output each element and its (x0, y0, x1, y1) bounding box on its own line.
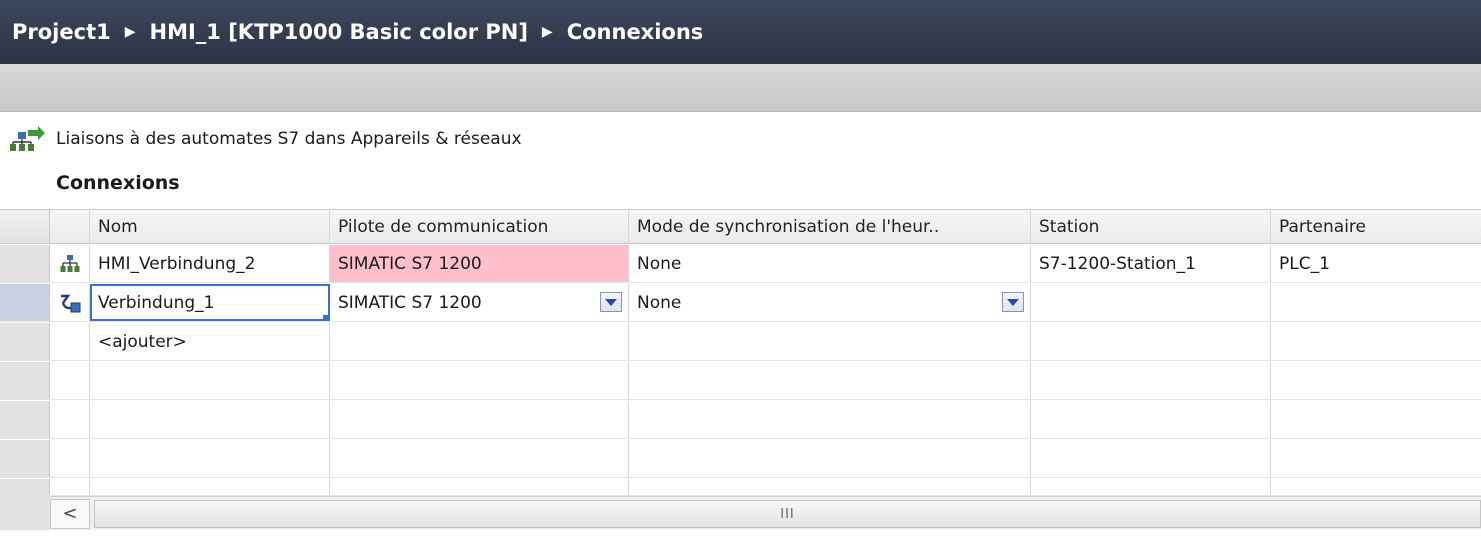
toolbar (0, 64, 1481, 112)
empty-cell (629, 323, 1031, 360)
driver-cell[interactable]: SIMATIC S7 1200 (330, 245, 629, 282)
row-icon-cell (50, 323, 90, 360)
empty-cell (50, 479, 90, 495)
row-header[interactable] (0, 284, 50, 321)
table-row[interactable]: HMI_Verbindung_2 SIMATIC S7 1200 None S7… (0, 245, 1481, 283)
name-cell[interactable]: HMI_Verbindung_2 (90, 245, 330, 282)
row-header[interactable] (0, 323, 50, 360)
empty-cell (1271, 479, 1481, 495)
time-sync-select-value: None (637, 292, 682, 313)
chevron-down-icon[interactable] (600, 292, 622, 312)
empty-cell (330, 401, 629, 438)
table-header: Nom Pilote de communication Mode de sync… (0, 209, 1481, 244)
column-header-station[interactable]: Station (1031, 210, 1271, 243)
empty-cell (90, 440, 330, 477)
empty-cell (90, 479, 330, 495)
add-connection-cell[interactable]: <ajouter> (90, 323, 330, 360)
row-header-corner (0, 210, 50, 243)
column-header-driver[interactable]: Pilote de communication (330, 210, 629, 243)
empty-cell (1271, 440, 1481, 477)
empty-cell (50, 440, 90, 477)
empty-cell (1271, 401, 1481, 438)
empty-cell (1271, 323, 1481, 360)
section-title: Connexions (56, 172, 180, 194)
row-header (0, 362, 50, 399)
empty-cell (629, 362, 1031, 399)
empty-cell (1271, 362, 1481, 399)
empty-cell (1031, 362, 1271, 399)
empty-cell (1031, 479, 1271, 495)
name-cell[interactable]: Verbindung_1 (90, 284, 330, 321)
empty-cell (50, 401, 90, 438)
breadcrumb-device[interactable]: HMI_1 [KTP1000 Basic color PN] (150, 20, 528, 44)
table-row[interactable]: Verbindung_1 SIMATIC S7 1200 None (0, 284, 1481, 322)
driver-select[interactable]: SIMATIC S7 1200 (330, 284, 629, 321)
row-icon-cell (50, 245, 90, 282)
partner-cell[interactable] (1271, 284, 1481, 321)
row-header-filler (0, 496, 50, 530)
empty-cell (90, 401, 330, 438)
empty-row (0, 479, 1481, 496)
time-sync-cell[interactable]: None (629, 245, 1031, 282)
row-header (0, 401, 50, 438)
breadcrumb-separator-icon: ▶ (541, 24, 553, 40)
row-header (0, 479, 50, 495)
new-connection-icon (60, 294, 80, 312)
horizontal-scrollbar[interactable]: < III (50, 496, 1481, 530)
empty-cell (629, 401, 1031, 438)
scroll-left-icon[interactable]: < (50, 498, 90, 529)
station-cell[interactable]: S7-1200-Station_1 (1031, 245, 1271, 282)
empty-row (0, 362, 1481, 400)
network-link-icon (10, 126, 45, 151)
scrollbar-grip-icon: III (780, 506, 795, 522)
network-connection-icon (60, 254, 79, 272)
add-row[interactable]: <ajouter> (0, 323, 1481, 361)
chevron-down-icon[interactable] (1002, 292, 1024, 312)
connections-table: Nom Pilote de communication Mode de sync… (0, 209, 1481, 531)
breadcrumb: Project1 ▶ HMI_1 [KTP1000 Basic color PN… (0, 0, 1481, 64)
empty-cell (330, 323, 629, 360)
partner-cell[interactable]: PLC_1 (1271, 245, 1481, 282)
devices-networks-link[interactable]: Liaisons à des automates S7 dans Apparei… (8, 124, 522, 154)
station-cell[interactable] (1031, 284, 1271, 321)
fill-handle[interactable] (323, 315, 329, 321)
empty-cell (1031, 323, 1271, 360)
empty-cell (1031, 401, 1271, 438)
scrollbar-thumb[interactable]: III (94, 500, 1481, 528)
devices-networks-link-text[interactable]: Liaisons à des automates S7 dans Apparei… (56, 129, 522, 149)
empty-cell (330, 440, 629, 477)
empty-cell (629, 479, 1031, 495)
row-icon-cell (50, 284, 90, 321)
breadcrumb-project[interactable]: Project1 (12, 20, 111, 44)
empty-cell (1031, 440, 1271, 477)
empty-cell (330, 362, 629, 399)
empty-cell (629, 440, 1031, 477)
time-sync-select[interactable]: None (629, 284, 1031, 321)
column-header-time-sync[interactable]: Mode de synchronisation de l'heur.. (629, 210, 1031, 243)
empty-row (0, 401, 1481, 439)
column-header-name[interactable]: Nom (90, 210, 330, 243)
row-header[interactable] (0, 245, 50, 282)
empty-cell (90, 362, 330, 399)
driver-select-value: SIMATIC S7 1200 (338, 292, 482, 313)
empty-row (0, 440, 1481, 478)
breadcrumb-page: Connexions (566, 20, 704, 44)
column-header-partner[interactable]: Partenaire (1271, 210, 1481, 243)
name-cell-text: Verbindung_1 (98, 292, 215, 313)
row-header (0, 440, 50, 477)
empty-cell (330, 479, 629, 495)
empty-cell (50, 362, 90, 399)
icon-column-header (50, 210, 90, 243)
breadcrumb-separator-icon: ▶ (124, 24, 136, 40)
